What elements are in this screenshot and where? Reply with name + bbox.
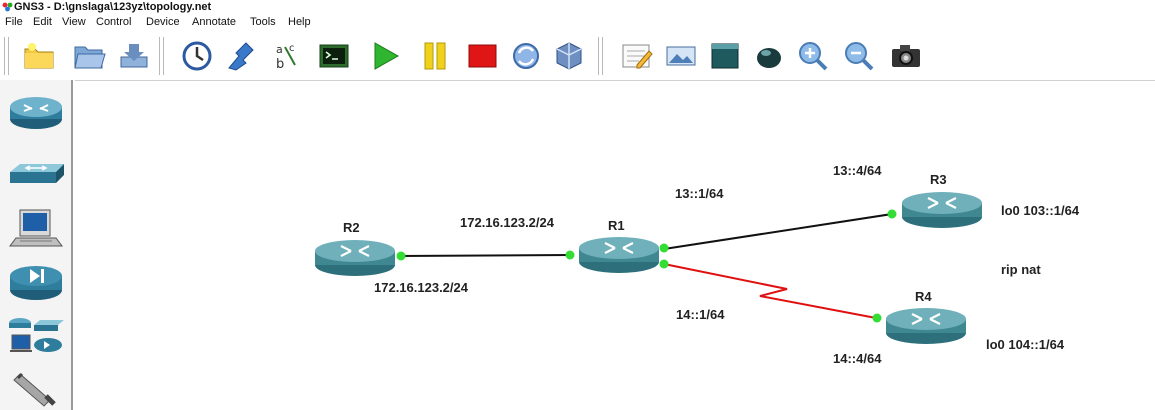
- router-r3[interactable]: [900, 188, 984, 230]
- router-r2[interactable]: [313, 236, 397, 278]
- router-icon: [886, 308, 966, 344]
- interface-label-r1-r3[interactable]: 13::1/64: [675, 186, 723, 201]
- interface-label-r1-r4[interactable]: 14::1/64: [676, 307, 724, 322]
- router-r4[interactable]: [884, 304, 968, 346]
- link-r2-r1[interactable]: [397, 254, 573, 257]
- interface-label-r1-e0[interactable]: 172.16.123.2/24: [460, 215, 554, 230]
- router-icon: [315, 240, 395, 276]
- interface-label-r2-e0[interactable]: 172.16.123.2/24: [374, 280, 468, 295]
- interface-label-r4[interactable]: 14::4/64: [833, 351, 881, 366]
- router-r1[interactable]: [577, 233, 661, 275]
- router-r4-name: R4: [915, 289, 932, 304]
- link-r1-r3[interactable]: [663, 213, 893, 250]
- loopback-label-r3[interactable]: lo0 103::1/64: [1001, 203, 1079, 218]
- loopback-label-r4[interactable]: lo0 104::1/64: [986, 337, 1064, 352]
- router-r3-name: R3: [930, 172, 947, 187]
- interface-label-r3[interactable]: 13::4/64: [833, 163, 881, 178]
- router-icon: [579, 237, 659, 273]
- port-r4-status: [872, 313, 882, 323]
- port-r1-r2-status: [565, 250, 575, 260]
- port-r3-status: [887, 209, 897, 219]
- router-r1-name: R1: [608, 218, 625, 233]
- note-rip-nat[interactable]: rip nat: [1001, 262, 1041, 277]
- router-r2-name: R2: [343, 220, 360, 235]
- router-icon: [902, 192, 982, 228]
- port-r2-status: [396, 251, 406, 261]
